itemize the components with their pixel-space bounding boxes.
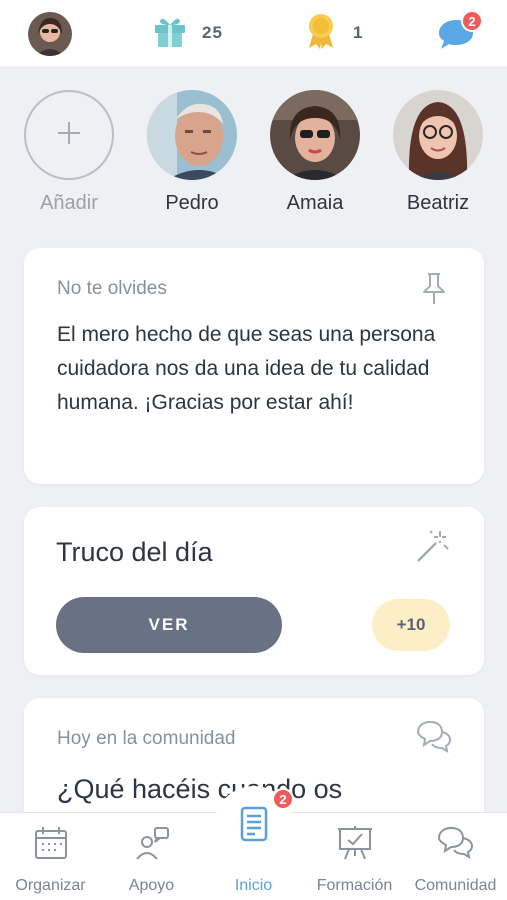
presentation-board-icon xyxy=(304,823,405,863)
community-label: Hoy en la comunidad xyxy=(57,728,236,749)
ver-button[interactable]: VER xyxy=(56,597,282,653)
contact-name: Amaia xyxy=(286,192,344,214)
notebook-icon xyxy=(239,806,269,847)
contact-avatar[interactable] xyxy=(393,90,483,180)
messages-badge: 2 xyxy=(461,10,483,32)
medals-counter[interactable]: 1 xyxy=(303,12,364,55)
contact-name: Pedro xyxy=(165,192,219,214)
user-avatar[interactable] xyxy=(28,12,72,56)
contact-name: Beatriz xyxy=(406,192,470,214)
nav-label: Comunidad xyxy=(414,877,497,894)
pin-icon[interactable] xyxy=(420,272,448,311)
support-people-icon xyxy=(101,823,202,863)
add-contact-label: Añadir xyxy=(40,192,98,214)
gift-icon xyxy=(152,13,188,54)
home-badge: 2 xyxy=(272,788,294,810)
tip-title: Truco del día xyxy=(56,537,213,567)
nav-label: Formación xyxy=(316,877,393,894)
points-pill: +10 xyxy=(372,599,450,651)
plus-icon xyxy=(56,120,82,151)
contact-beatriz[interactable]: Beatriz xyxy=(393,90,483,215)
community-question: ¿Qué hacéis cuando os xyxy=(57,774,343,804)
tip-card: Truco del día VER +10 xyxy=(24,507,484,675)
reminder-card[interactable]: No te olvides El mero hecho de que seas … xyxy=(24,248,484,484)
nav-organizar[interactable]: Organizar xyxy=(0,823,101,895)
top-bar: 25 1 2 xyxy=(0,0,507,66)
add-contact-circle[interactable] xyxy=(24,90,114,180)
add-contact-button[interactable]: Añadir xyxy=(24,90,114,215)
chat-bubbles-icon xyxy=(416,720,452,759)
gifts-counter[interactable]: 25 xyxy=(152,14,223,52)
reminder-label: No te olvides xyxy=(57,278,167,299)
nav-label: Apoyo xyxy=(128,877,175,894)
contact-pedro[interactable]: Pedro xyxy=(147,90,237,215)
contact-avatar[interactable] xyxy=(270,90,360,180)
messages-button[interactable]: 2 xyxy=(437,10,487,54)
medal-icon xyxy=(303,12,339,55)
medals-count: 1 xyxy=(353,23,364,42)
reminder-message: El mero hecho de que seas una persona cu… xyxy=(57,323,436,414)
community-chat-icon xyxy=(405,823,506,863)
nav-comunidad[interactable]: Comunidad xyxy=(405,823,506,895)
home-button[interactable]: 2 xyxy=(214,786,294,866)
contact-amaia[interactable]: Amaia xyxy=(270,90,360,215)
nav-formacion[interactable]: Formación xyxy=(304,823,405,895)
nav-label: Organizar xyxy=(15,877,86,894)
magic-wand-icon xyxy=(414,529,450,570)
calendar-icon xyxy=(0,823,101,863)
nav-label: Inicio xyxy=(234,877,273,894)
gifts-count: 25 xyxy=(202,23,223,42)
contact-avatar[interactable] xyxy=(147,90,237,180)
nav-apoyo[interactable]: Apoyo xyxy=(101,823,202,895)
